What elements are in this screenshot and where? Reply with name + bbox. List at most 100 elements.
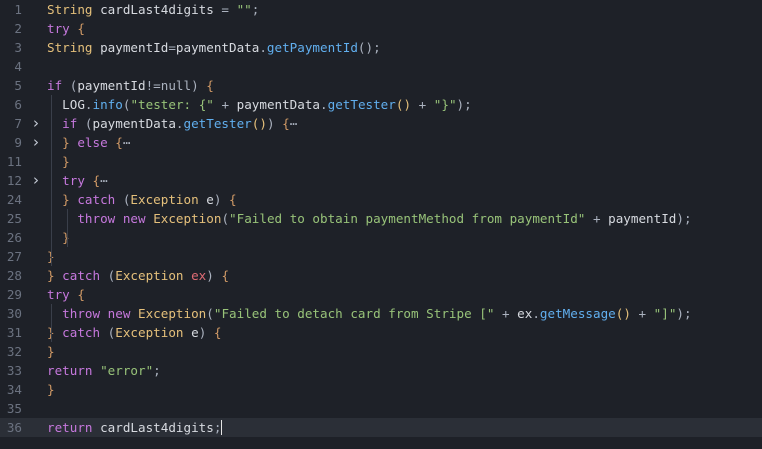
code-token: "Failed to obtain paymentMethod from pay… [229,211,586,226]
code-token: } [47,382,55,397]
code-text: if (paymentData.getTester()) {⋯ [47,114,297,133]
code-token: "]" [653,306,677,321]
code-line[interactable]: 9 › } else {⋯ [0,133,762,152]
code-token: . [84,97,93,112]
code-text: } catch (Exception e) { [47,190,236,209]
code-token: "" [236,2,252,17]
code-line[interactable]: 7 › if (paymentData.getTester()) {⋯ [0,114,762,133]
code-line[interactable]: 24 } catch (Exception e) { [0,190,762,209]
indent-guide [51,95,52,266]
code-line[interactable]: 30 throw new Exception("Failed to detach… [0,304,762,323]
code-line[interactable]: 1 String cardLast4digits = ""; [0,0,762,19]
code-editor[interactable]: 36 return cardLast4digits; 35 34} 33 return "… [0,0,762,449]
code-token: "Failed to detach card from Stripe [" [213,306,495,321]
code-text: String paymentId=paymentData.getPaymentI… [47,38,381,57]
code-line[interactable]: 31} catch (Exception e) { [0,323,762,342]
code-token: cardLast4digits [92,420,214,435]
line-number: 9 [14,135,22,150]
code-line[interactable]: 27} [0,247,762,266]
code-text: throw new Exception("Failed to obtain pa… [47,209,691,228]
code-line[interactable]: 32} [0,342,762,361]
code-token: else [69,135,108,150]
code-token: try [47,173,85,188]
code-line[interactable]: 2 try { [0,19,762,38]
code-text: try { [47,19,85,38]
code-token: ( [62,78,78,93]
code-line[interactable]: 26 } [0,228,762,247]
code-token: getPaymentId [266,40,358,55]
code-line[interactable]: 35 [0,399,762,418]
code-token: getTester [327,97,396,112]
code-token: paymentId [608,211,677,226]
code-token: . [175,116,184,131]
line-number: 4 [14,59,22,74]
code-text: throw new Exception("Failed to detach ca… [47,304,691,323]
code-token: . [259,40,267,55]
line-number: 34 [6,382,22,397]
code-token: + [585,211,609,226]
code-token: + [213,97,237,112]
code-token: Exception [115,268,184,283]
code-line[interactable]: 36 return cardLast4digits; [0,418,762,437]
code-line[interactable]: 5 if (paymentId!=null) { [0,76,762,95]
code-token: = [221,2,237,17]
code-line[interactable]: 28} catch (Exception ex) { [0,266,762,285]
line-number: 3 [14,40,22,55]
code-token: { [77,21,85,36]
indent-guide [51,304,52,342]
code-token: ( [100,325,116,340]
code-line[interactable]: 34} [0,380,762,399]
fold-chevron-icon[interactable]: › [29,114,43,133]
code-line[interactable]: 33 return "error"; [0,361,762,380]
code-line[interactable]: 3 String paymentId=paymentData.getPayment… [0,38,762,57]
code-token: ( [77,116,93,131]
line-number: 27 [6,249,22,264]
line-number: 12 [6,173,22,188]
line-number: 28 [6,268,22,283]
code-line[interactable]: 4 [0,57,762,76]
code-token: . [320,97,328,112]
code-token: catch [54,325,101,340]
code-token: paymentData [236,97,321,112]
line-number: 29 [6,287,22,302]
code-text: String cardLast4digits = ""; [47,0,259,19]
code-token: () [395,97,412,112]
line-number: 2 [14,21,22,36]
code-token: { [221,268,230,283]
code-token: String [47,40,93,55]
code-token: ⋯ [122,135,131,150]
code-token: ( [115,192,131,207]
code-token: ( [206,306,214,321]
fold-chevron-icon[interactable]: › [29,133,43,152]
code-token: ex [517,306,533,321]
code-token: e [183,325,199,340]
code-token: try [47,287,70,302]
code-token: try [47,21,70,36]
fold-chevron-icon[interactable]: › [29,171,43,190]
code-token: { [213,325,222,340]
code-line[interactable]: 29 try { [0,285,762,304]
line-number: 30 [6,306,22,321]
code-line[interactable]: 25 throw new Exception("Failed to obtain… [0,209,762,228]
code-token: getTester [183,116,252,131]
code-token: Exception [153,211,222,226]
code-token: ) [206,268,222,283]
code-token: ; [213,420,222,435]
code-token: if [47,78,63,93]
code-line[interactable]: 12 › try {⋯ [0,171,762,190]
code-token: Exception [138,306,207,321]
code-line[interactable]: 11 } [0,152,762,171]
code-token: paymentId [92,40,169,55]
line-number: 25 [6,211,22,226]
code-token: } [47,268,55,283]
code-token: Exception [130,192,199,207]
line-number: 35 [6,401,22,416]
code-token: (); [357,40,381,55]
code-line[interactable]: 6 LOG.info("tester: {" + paymentData.get… [0,95,762,114]
line-number: 33 [6,363,22,378]
code-token: paymentId [77,78,146,93]
code-token: + [630,306,654,321]
code-token: new [115,211,146,226]
code-token: ) [198,325,214,340]
